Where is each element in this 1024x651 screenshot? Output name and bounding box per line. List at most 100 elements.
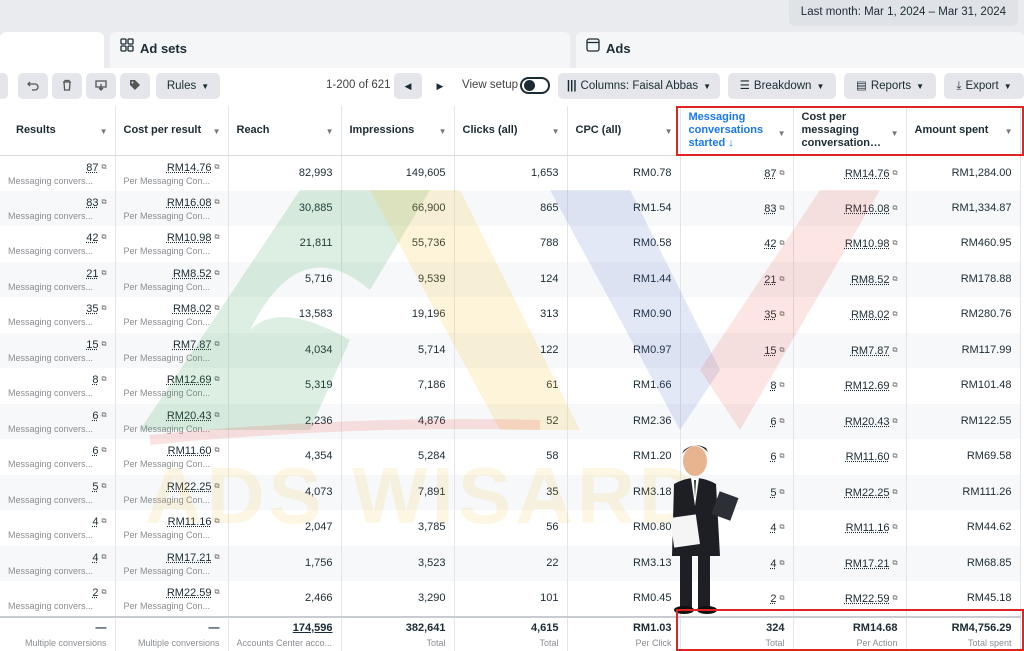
cell-cost-per-messaging[interactable]: RM10.98 ⧉ — [793, 226, 907, 262]
reports-dropdown[interactable]: ▤ Reports ▼ — [844, 73, 936, 99]
cell-messaging-conversations[interactable]: 83 ⧉ — [680, 190, 794, 226]
table-row[interactable]: 83 ⧉ Messaging convers... RM16.08 ⧉ Per Messa… — [0, 190, 1021, 226]
cell-cost-per-messaging[interactable]: RM8.02 ⧉ — [793, 297, 907, 333]
cell-messaging-conversations[interactable]: 6 ⧉ — [680, 403, 794, 439]
cell-value-text[interactable]: 2 — [770, 593, 776, 605]
view-setup-toggle[interactable] — [520, 77, 550, 94]
cell-results[interactable]: 21 ⧉ Messaging convers... — [0, 261, 116, 297]
column-header-results[interactable]: Results ▼ — [0, 106, 116, 156]
cell-cost-per-messaging[interactable]: RM16.08 ⧉ — [793, 190, 907, 226]
cell-value-text[interactable]: RM22.59 — [167, 587, 212, 599]
cell-results[interactable]: 15 ⧉ Messaging convers... — [0, 332, 116, 368]
cell-cost-per-result[interactable]: RM11.60 ⧉ Per Messaging Con... — [115, 439, 229, 475]
cell-value-text[interactable]: 6 — [92, 410, 98, 422]
cell-cost-per-result[interactable]: RM12.69 ⧉ Per Messaging Con... — [115, 368, 229, 404]
toolbar-more-button[interactable] — [0, 73, 8, 99]
table-row[interactable]: 87 ⧉ Messaging convers... RM14.76 ⧉ Per Messa… — [0, 155, 1021, 191]
cell-value-text[interactable]: 21 — [86, 268, 98, 280]
column-header-messaging-conversations[interactable]: Messaging conversations started ↓ ▼ — [680, 106, 794, 156]
cell-value-text[interactable]: 83 — [764, 203, 776, 215]
column-header-cost-per-result[interactable]: Cost per result ▼ — [115, 106, 229, 156]
cell-messaging-conversations[interactable]: 35 ⧉ — [680, 297, 794, 333]
cell-value-text[interactable]: 4 — [770, 558, 776, 570]
cell-results[interactable]: 4 ⧉ Messaging convers... — [0, 545, 116, 581]
cell-value-text[interactable]: RM12.69 — [845, 380, 890, 392]
cell-value-text[interactable]: RM11.60 — [846, 451, 890, 463]
cell-value-text[interactable]: 8 — [770, 380, 776, 392]
delete-button[interactable] — [52, 73, 82, 99]
column-header-amount-spent[interactable]: Amount spent ▼ — [906, 106, 1021, 156]
table-row[interactable]: 8 ⧉ Messaging convers... RM12.69 ⧉ Per Messag… — [0, 368, 1021, 404]
cell-value-text[interactable]: 2 — [92, 587, 98, 599]
cell-cost-per-messaging[interactable]: RM8.52 ⧉ — [793, 261, 907, 297]
cell-value-text[interactable]: RM8.02 — [851, 309, 890, 321]
cell-cost-per-result[interactable]: RM16.08 ⧉ Per Messaging Con... — [115, 190, 229, 226]
cell-value-text[interactable]: 15 — [764, 345, 776, 357]
column-header-cost-per-messaging[interactable]: Cost per messaging conversation… ▼ — [793, 106, 907, 156]
tab-campaigns[interactable] — [0, 32, 104, 68]
cell-value-text[interactable]: RM8.02 — [173, 303, 212, 315]
table-row[interactable]: 35 ⧉ Messaging convers... RM8.02 ⧉ Per Messag… — [0, 297, 1021, 333]
cell-value-text[interactable]: RM22.25 — [167, 481, 212, 493]
cell-cost-per-messaging[interactable]: RM14.76 ⧉ — [793, 155, 907, 191]
table-row[interactable]: 42 ⧉ Messaging convers... RM10.98 ⧉ Per Messa… — [0, 226, 1021, 262]
cell-cost-per-result[interactable]: RM8.02 ⧉ Per Messaging Con... — [115, 297, 229, 333]
cell-value-text[interactable]: 4 — [92, 552, 98, 564]
undo-button[interactable] — [18, 73, 48, 99]
cell-results[interactable]: 8 ⧉ Messaging convers... — [0, 368, 116, 404]
cell-cost-per-result[interactable]: RM14.76 ⧉ Per Messaging Con... — [115, 155, 229, 191]
table-row[interactable]: 2 ⧉ Messaging convers... RM22.59 ⧉ Per Messag… — [0, 581, 1021, 617]
export-to-button[interactable] — [86, 73, 116, 99]
column-header-impressions[interactable]: Impressions ▼ — [341, 106, 455, 156]
previous-page-button[interactable]: ◀ — [394, 73, 422, 99]
date-range-picker[interactable]: Last month: Mar 1, 2024 – Mar 31, 2024 — [788, 0, 1018, 26]
cell-value-text[interactable]: RM17.21 — [845, 558, 890, 570]
export-dropdown[interactable]: ⤓ Export ▼ — [944, 73, 1024, 99]
cell-value-text[interactable]: 6 — [92, 445, 98, 457]
cell-cost-per-result[interactable]: RM7.87 ⧉ Per Messaging Con... — [115, 332, 229, 368]
cell-cost-per-result[interactable]: RM11.16 ⧉ Per Messaging Con... — [115, 510, 229, 546]
cell-value-text[interactable]: 35 — [764, 309, 776, 321]
cell-value-text[interactable]: RM22.59 — [845, 593, 890, 605]
cell-value-text[interactable]: RM8.52 — [851, 274, 890, 286]
cell-value-text[interactable]: RM22.25 — [845, 487, 890, 499]
cell-messaging-conversations[interactable]: 42 ⧉ — [680, 226, 794, 262]
table-row[interactable]: 21 ⧉ Messaging convers... RM8.52 ⧉ Per Messag… — [0, 261, 1021, 297]
cell-value-text[interactable]: 4 — [770, 522, 776, 534]
cell-cost-per-messaging[interactable]: RM11.16 ⧉ — [793, 510, 907, 546]
cell-value-text[interactable]: RM11.16 — [846, 522, 890, 534]
cell-cost-per-result[interactable]: RM22.59 ⧉ Per Messaging Con... — [115, 581, 229, 617]
cell-results[interactable]: 6 ⧉ Messaging convers... — [0, 403, 116, 439]
cell-cost-per-result[interactable]: RM17.21 ⧉ Per Messaging Con... — [115, 545, 229, 581]
tag-button[interactable] — [120, 73, 150, 99]
cell-value-text[interactable]: RM20.43 — [845, 416, 890, 428]
tab-ad-sets[interactable]: Ad sets — [110, 32, 570, 68]
cell-value-text[interactable]: 21 — [764, 274, 776, 286]
cell-cost-per-result[interactable]: RM22.25 ⧉ Per Messaging Con... — [115, 474, 229, 510]
cell-cost-per-result[interactable]: RM20.43 ⧉ Per Messaging Con... — [115, 403, 229, 439]
table-row[interactable]: 6 ⧉ Messaging convers... RM11.60 ⧉ Per Messag… — [0, 439, 1021, 475]
columns-dropdown[interactable]: ||| Columns: Faisal Abbas ▼ — [558, 73, 720, 99]
cell-cost-per-messaging[interactable]: RM11.60 ⧉ — [793, 439, 907, 475]
table-row[interactable]: 6 ⧉ Messaging convers... RM20.43 ⧉ Per Messag… — [0, 403, 1021, 439]
cell-value-text[interactable]: RM7.87 — [851, 345, 890, 357]
cell-value-text[interactable]: 35 — [86, 303, 98, 315]
cell-value-text[interactable]: 87 — [764, 168, 776, 180]
table-row[interactable]: 4 ⧉ Messaging convers... RM17.21 ⧉ Per Messag… — [0, 545, 1021, 581]
cell-value-text[interactable]: 8 — [92, 374, 98, 386]
table-row[interactable]: 4 ⧉ Messaging convers... RM11.16 ⧉ Per Messag… — [0, 510, 1021, 546]
cell-value-text[interactable]: RM11.16 — [168, 516, 212, 528]
cell-value-text[interactable]: RM7.87 — [173, 339, 212, 351]
cell-value-text[interactable]: 15 — [86, 339, 98, 351]
cell-results[interactable]: 87 ⧉ Messaging convers... — [0, 155, 116, 191]
cell-value-text[interactable]: RM14.76 — [167, 162, 212, 174]
cell-cost-per-result[interactable]: RM10.98 ⧉ Per Messaging Con... — [115, 226, 229, 262]
cell-value-text[interactable]: RM11.60 — [168, 445, 212, 457]
cell-value-text[interactable]: RM10.98 — [167, 232, 212, 244]
cell-cost-per-messaging[interactable]: RM12.69 ⧉ — [793, 368, 907, 404]
cell-value-text[interactable]: RM20.43 — [167, 410, 212, 422]
cell-value-text[interactable]: RM17.21 — [167, 552, 212, 564]
cell-value-text[interactable]: 42 — [764, 238, 776, 250]
cell-value-text[interactable]: 4 — [92, 516, 98, 528]
cell-messaging-conversations[interactable]: 21 ⧉ — [680, 261, 794, 297]
